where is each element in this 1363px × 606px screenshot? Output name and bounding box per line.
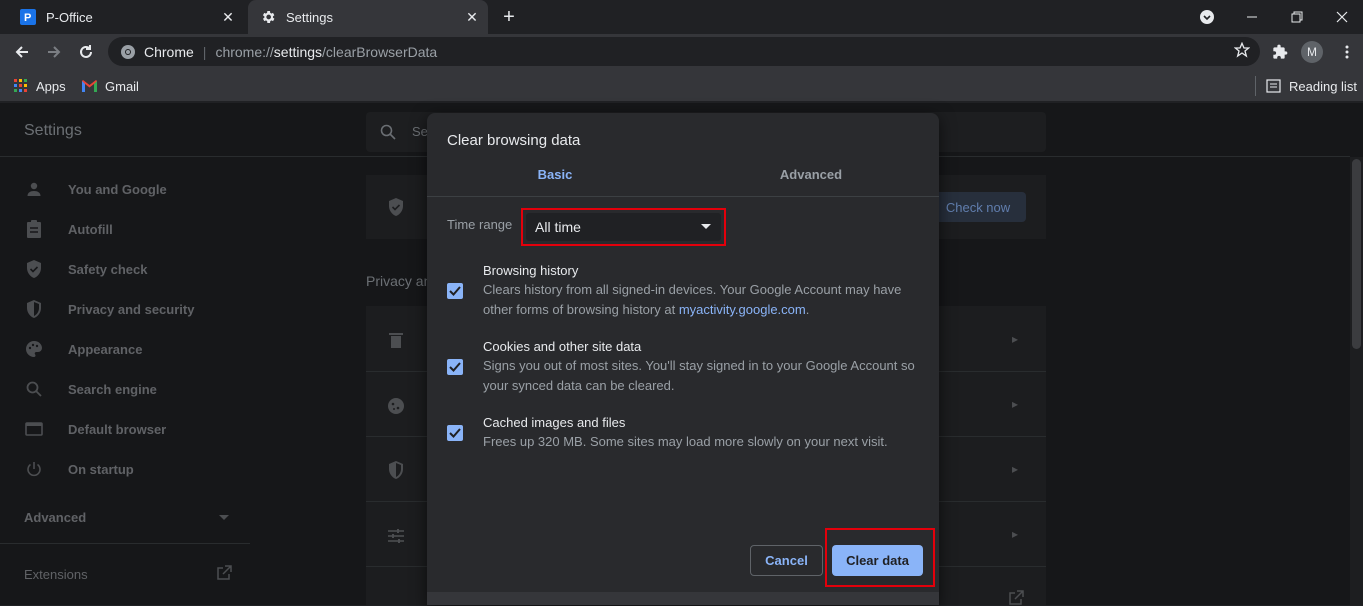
arrow-left-icon bbox=[15, 46, 28, 58]
reading-list-icon bbox=[1266, 79, 1281, 93]
reload-icon bbox=[80, 45, 92, 58]
close-icon[interactable]: ✕ bbox=[462, 7, 482, 27]
checkmark-icon bbox=[449, 362, 461, 372]
svg-text:P: P bbox=[24, 12, 31, 24]
minimize-button[interactable] bbox=[1238, 4, 1266, 30]
tab-p-office[interactable]: P P-Office ✕ bbox=[8, 0, 244, 34]
chevron-down-icon bbox=[1200, 10, 1214, 24]
option-description-end: . bbox=[805, 302, 810, 317]
option-description: Signs you out of most sites. You'll stay… bbox=[483, 358, 915, 393]
bookmark-label: Apps bbox=[36, 78, 66, 94]
tab-strip: P P-Office ✕ Settings ✕ + bbox=[0, 0, 1363, 34]
option-title: Cached images and files bbox=[483, 415, 626, 430]
minimize-icon bbox=[1247, 16, 1257, 18]
tab-basic[interactable]: Basic bbox=[427, 167, 683, 196]
url-scheme: chrome:// bbox=[215, 43, 274, 60]
gear-icon bbox=[260, 9, 276, 25]
reading-list-label: Reading list bbox=[1289, 78, 1357, 94]
window-close-button[interactable] bbox=[1328, 4, 1356, 30]
chrome-icon bbox=[120, 44, 136, 60]
new-tab-button[interactable]: + bbox=[498, 6, 520, 28]
address-bar[interactable]: Chrome | chrome://settings/clearBrowserD… bbox=[108, 37, 1260, 66]
arrow-right-icon bbox=[48, 46, 61, 58]
avatar[interactable]: M bbox=[1301, 41, 1323, 63]
checkmark-icon bbox=[449, 428, 461, 438]
url-host: settings bbox=[273, 43, 323, 60]
time-range-dropdown[interactable]: All time bbox=[526, 213, 721, 241]
gmail-icon bbox=[82, 80, 97, 92]
checkmark-icon bbox=[449, 286, 461, 296]
toolbar: Chrome | chrome://settings/clearBrowserD… bbox=[0, 34, 1363, 70]
dialog-title: Clear browsing data bbox=[447, 132, 581, 149]
tab-search-button[interactable] bbox=[1193, 4, 1221, 30]
bookmark-star-icon[interactable] bbox=[1233, 41, 1251, 61]
url-path: /clearBrowserData bbox=[322, 43, 438, 60]
chevron-down-icon bbox=[701, 224, 711, 229]
site-label: Chrome bbox=[144, 43, 194, 60]
dialog-footer bbox=[427, 592, 939, 605]
myactivity-link[interactable]: myactivity.google.com bbox=[679, 302, 806, 317]
cached-images-checkbox[interactable] bbox=[447, 425, 463, 441]
reading-list-button[interactable]: Reading list bbox=[1266, 76, 1357, 96]
menu-button[interactable] bbox=[1333, 38, 1361, 66]
cookies-checkbox[interactable] bbox=[447, 359, 463, 375]
tabs-divider bbox=[427, 196, 939, 197]
omnibox-separator: | bbox=[202, 43, 207, 60]
option-cookies: Cookies and other site data Signs you ou… bbox=[447, 337, 927, 397]
cancel-button[interactable]: Cancel bbox=[750, 545, 823, 576]
restore-icon bbox=[1291, 11, 1303, 23]
option-title: Browsing history bbox=[483, 263, 579, 278]
kebab-menu-icon bbox=[1345, 45, 1349, 59]
close-icon bbox=[1336, 11, 1348, 23]
time-range-label: Time range bbox=[447, 217, 513, 232]
forward-button[interactable] bbox=[40, 38, 68, 66]
restore-button[interactable] bbox=[1283, 4, 1311, 30]
bookmark-gmail[interactable]: Gmail bbox=[82, 76, 139, 96]
tab-title: P-Office bbox=[46, 9, 93, 25]
tab-title: Settings bbox=[286, 9, 333, 25]
reload-button[interactable] bbox=[72, 38, 100, 66]
tab-settings[interactable]: Settings ✕ bbox=[248, 0, 488, 34]
puzzle-icon bbox=[1273, 44, 1288, 59]
time-range-value: All time bbox=[535, 219, 581, 235]
bookmark-apps[interactable]: Apps bbox=[14, 76, 66, 96]
option-description: Clears history from all signed-in device… bbox=[483, 280, 923, 320]
option-title: Cookies and other site data bbox=[483, 339, 642, 354]
clear-browsing-data-dialog: Clear browsing data Basic Advanced Time … bbox=[427, 113, 939, 605]
browsing-history-checkbox[interactable] bbox=[447, 283, 463, 299]
option-browsing-history: Browsing history Clears history from all… bbox=[447, 261, 927, 321]
back-button[interactable] bbox=[8, 38, 36, 66]
bookmark-label: Gmail bbox=[105, 78, 139, 94]
option-description: Frees up 320 MB. Some sites may load mor… bbox=[483, 434, 888, 449]
apps-grid-icon bbox=[14, 79, 28, 93]
clear-data-button[interactable]: Clear data bbox=[832, 545, 923, 576]
tab-advanced[interactable]: Advanced bbox=[683, 167, 939, 196]
p-office-icon: P bbox=[20, 9, 36, 25]
bookmarks-bar: Apps Gmail Reading list bbox=[0, 70, 1363, 102]
extensions-button[interactable] bbox=[1266, 38, 1294, 66]
close-icon[interactable]: ✕ bbox=[218, 7, 238, 27]
option-cached-images: Cached images and files Frees up 320 MB.… bbox=[447, 413, 927, 453]
time-range-select[interactable]: All time bbox=[521, 208, 726, 246]
bookmarks-divider bbox=[1255, 76, 1256, 96]
